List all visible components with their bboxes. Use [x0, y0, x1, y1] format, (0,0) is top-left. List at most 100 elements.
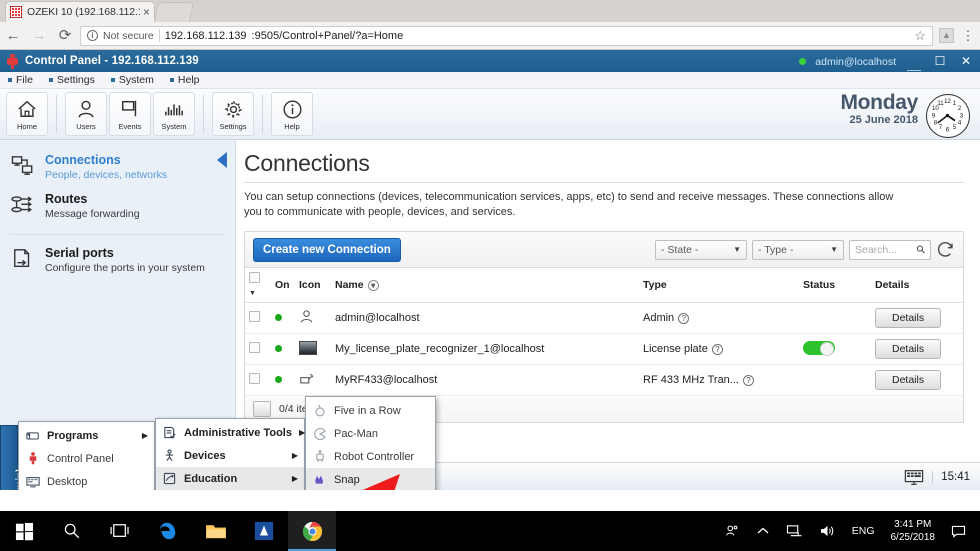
search-placeholder: Search...: [855, 243, 898, 256]
type-filter-select[interactable]: - Type - ▼: [752, 239, 844, 260]
menu-item-desktop[interactable]: Desktop: [19, 470, 154, 490]
row-type-cell: License plate?: [639, 333, 799, 365]
row-checkbox-cell[interactable]: [245, 302, 271, 334]
display-icon[interactable]: [904, 469, 924, 485]
menu-system[interactable]: System: [111, 74, 154, 86]
menu-item-five-in-a-row[interactable]: Five in a Row: [306, 399, 435, 422]
browser-menu-icon[interactable]: ⋮: [960, 29, 976, 42]
row-name[interactable]: admin@localhost: [331, 302, 639, 334]
create-new-connection-button[interactable]: Create new Connection: [253, 237, 401, 262]
language-indicator[interactable]: ENG: [844, 511, 883, 551]
bookmark-star-icon[interactable]: ☆: [914, 28, 926, 44]
admin-tools-icon: [162, 426, 177, 439]
reload-icon[interactable]: ⟳: [52, 28, 78, 43]
menu-item-devices[interactable]: Devices ▶: [156, 444, 304, 467]
row-checkbox[interactable]: [249, 342, 260, 353]
help-icon[interactable]: ?: [678, 313, 690, 324]
refresh-icon[interactable]: [936, 240, 955, 259]
network-icon[interactable]: [778, 511, 811, 551]
ozeki-favicon: [10, 6, 22, 18]
row-checkbox-cell[interactable]: [245, 333, 271, 365]
row-type: License plate: [643, 343, 708, 355]
sidebar-item-routes[interactable]: Routes Message forwarding: [0, 187, 235, 226]
menu-item-control-panel[interactable]: Control Panel: [19, 447, 154, 470]
collapse-sidebar-icon[interactable]: [217, 152, 227, 168]
ozeki-sidebar-tab[interactable]: OZEKI (admin): [0, 425, 26, 490]
row-checkbox[interactable]: [249, 311, 260, 322]
menu-item-label: Five in a Row: [334, 404, 401, 417]
status-toggle[interactable]: [803, 340, 835, 356]
select-all-checkbox[interactable]: [249, 272, 260, 283]
chevron-down-icon: ▼: [830, 245, 838, 254]
logged-in-user[interactable]: admin@localhost: [798, 52, 896, 70]
menu-item-education[interactable]: Education ▶: [156, 467, 304, 490]
toolbar-settings-button[interactable]: Settings: [212, 92, 254, 136]
close-icon[interactable]: ×: [140, 6, 150, 18]
table-row[interactable]: MyRF433@localhost RF 433 MHz Tran...? De…: [245, 364, 963, 396]
header-name[interactable]: Name ▾: [331, 268, 639, 303]
menu-item-label: Pac-Man: [334, 427, 379, 440]
menu-help[interactable]: Help: [170, 74, 200, 86]
table-row[interactable]: admin@localhost Admin? Details: [245, 302, 963, 334]
help-icon[interactable]: ?: [711, 344, 723, 355]
details-button[interactable]: Details: [875, 370, 942, 390]
task-view-icon[interactable]: [96, 511, 144, 551]
app-title-bar: Control Panel - 192.168.112.139 admin@lo…: [0, 50, 980, 72]
serial-port-icon: [10, 246, 36, 275]
details-button[interactable]: Details: [875, 308, 942, 328]
toolbar-settings-label: Settings: [219, 122, 247, 131]
app-toolbar: Home Users Events System Settings Help M…: [0, 89, 980, 140]
windows-start-icon[interactable]: [0, 511, 48, 551]
back-icon[interactable]: ←: [0, 28, 26, 43]
header-select-all[interactable]: ▼: [245, 268, 271, 303]
toolbar-help-button[interactable]: Help: [271, 92, 313, 136]
state-filter-select[interactable]: - State - ▼: [655, 239, 747, 260]
menu-item-pac-man[interactable]: Pac-Man: [306, 422, 435, 445]
menu-item-programs[interactable]: Programs ▶: [19, 424, 154, 447]
menu-item-robot-controller[interactable]: Robot Controller: [306, 445, 435, 468]
close-button[interactable]: ✕: [958, 55, 974, 67]
footer-action-button[interactable]: [253, 401, 271, 417]
windows-clock[interactable]: 3:41 PM 6/25/2018: [883, 518, 944, 544]
menu-item-snap[interactable]: Snap: [306, 468, 435, 490]
row-type: RF 433 MHz Tran...: [643, 374, 739, 386]
help-icon[interactable]: ?: [742, 375, 754, 386]
search-input[interactable]: Search... ⚲: [849, 239, 931, 260]
sidebar-item-serial-ports[interactable]: Serial ports Configure the ports in your…: [0, 241, 235, 280]
show-hidden-icons[interactable]: [748, 511, 778, 551]
toolbar-users-button[interactable]: Users: [65, 92, 107, 136]
windows-system-tray: ENG 3:41 PM 6/25/2018: [716, 511, 980, 551]
browser-tab[interactable]: OZEKI 10 (192.168.112.13 ×: [6, 2, 154, 22]
edge-icon[interactable]: [144, 511, 192, 551]
sidebar-serial-subtitle: Configure the ports in your system: [45, 262, 205, 274]
volume-icon[interactable]: [811, 511, 844, 551]
sidebar-item-connections[interactable]: Connections People, devices, networks: [0, 148, 235, 187]
svg-text:1: 1: [953, 101, 957, 107]
chrome-icon[interactable]: [288, 511, 336, 551]
toolbar-system-button[interactable]: System: [153, 92, 195, 136]
row-checkbox[interactable]: [249, 373, 260, 384]
table-row[interactable]: My_license_plate_recognizer_1@localhost …: [245, 333, 963, 365]
search-icon[interactable]: [48, 511, 96, 551]
file-explorer-icon[interactable]: [192, 511, 240, 551]
toolbar-events-button[interactable]: Events: [109, 92, 151, 136]
row-checkbox-cell[interactable]: [245, 364, 271, 396]
row-name[interactable]: MyRF433@localhost: [331, 364, 639, 396]
menu-settings[interactable]: Settings: [49, 74, 95, 86]
status-dot-icon: [275, 314, 282, 321]
menu-item-administrative-tools[interactable]: Administrative Tools ▶: [156, 421, 305, 444]
row-type-cell: RF 433 MHz Tran...?: [639, 364, 799, 396]
forward-icon[interactable]: →: [26, 28, 52, 43]
toolbar-home-button[interactable]: Home: [6, 92, 48, 136]
address-bar[interactable]: i Not secure 192.168.112.139 :9505/Contr…: [80, 25, 933, 46]
new-tab-area[interactable]: [153, 2, 195, 22]
minimize-button[interactable]: ＿: [906, 57, 922, 71]
menu-file[interactable]: File: [8, 74, 33, 86]
notification-icon[interactable]: [943, 511, 974, 551]
maximize-button[interactable]: ☐: [932, 55, 948, 67]
row-name[interactable]: My_license_plate_recognizer_1@localhost: [331, 333, 639, 365]
people-icon[interactable]: [716, 511, 748, 551]
extension-icon[interactable]: ▲: [939, 28, 954, 43]
store-icon[interactable]: [240, 511, 288, 551]
details-button[interactable]: Details: [875, 339, 942, 359]
